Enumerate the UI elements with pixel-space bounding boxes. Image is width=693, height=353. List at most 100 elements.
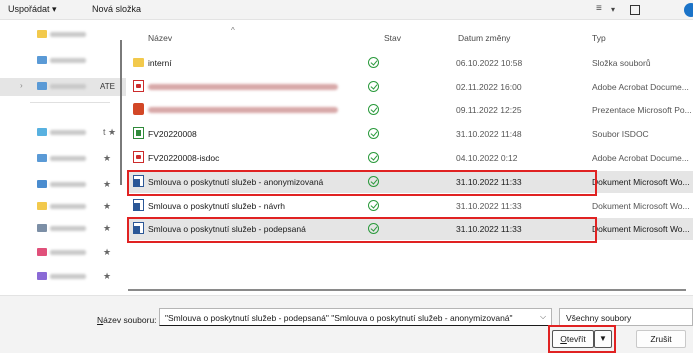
star-icon [37, 30, 47, 38]
nav-item-desktop[interactable]: ★ [0, 150, 126, 168]
download-icon [37, 180, 47, 188]
filename-input[interactable]: "Smlouva o poskytnutí služeb - podepsaná… [159, 308, 552, 326]
pin-icon: ★ [103, 201, 112, 211]
sync-ok-icon [368, 200, 379, 211]
cloud-icon [37, 56, 47, 64]
pin-icon: ★ [103, 247, 112, 257]
nav-item-this-pc[interactable]: › ATE [0, 78, 126, 96]
computer-icon [37, 82, 47, 90]
nav-scrollbar[interactable] [120, 40, 122, 185]
file-name: FV20220008 [148, 129, 197, 139]
nav-item-label-redacted [50, 182, 86, 187]
nav-item-video[interactable]: ★ [0, 268, 126, 286]
pin-icon: ★ [103, 179, 112, 189]
folder-icon [37, 128, 47, 136]
pin-icon: ★ [103, 223, 112, 233]
chevron-down-icon[interactable]: ▾ [611, 5, 615, 14]
sync-ok-icon [368, 57, 379, 68]
music-icon [37, 248, 47, 256]
file-name-redacted [148, 84, 338, 90]
word-icon [133, 199, 144, 211]
pdf-icon [133, 80, 144, 92]
annotation-highlight-box [127, 170, 597, 196]
column-header-date[interactable]: Datum změny [458, 33, 510, 43]
filename-label-text: ázev souboru: [103, 315, 157, 325]
sync-ok-icon [368, 104, 379, 115]
pdf-icon [133, 151, 144, 163]
sync-ok-icon [368, 152, 379, 163]
nav-item-music[interactable]: ★ [0, 244, 126, 262]
filetype-select[interactable]: Všechny soubory [559, 308, 693, 326]
file-row[interactable]: 09.11.2022 12:25 Prezentace Microsoft Po… [128, 99, 693, 121]
nav-divider [30, 102, 110, 103]
folder-icon [133, 58, 144, 67]
new-folder-button[interactable]: Nová složka [92, 4, 141, 14]
powerpoint-icon [133, 103, 144, 115]
nav-item-label-redacted [50, 32, 86, 37]
annotation-highlight-box [127, 217, 597, 243]
nav-item-label-redacted [50, 130, 86, 135]
sync-ok-icon [368, 81, 379, 92]
nav-item-label-redacted [50, 156, 86, 161]
nav-item-label-redacted [50, 250, 86, 255]
nav-item-cloud[interactable] [0, 52, 126, 70]
nav-item-documents[interactable]: ★ [0, 220, 126, 238]
command-bar: Uspořádat ▾ Nová složka ≡ ▾ [0, 0, 693, 20]
pin-icon: t ★ [103, 127, 117, 137]
column-header-name[interactable]: Název [148, 33, 172, 43]
file-type: Prezentace Microsoft Po... [592, 105, 692, 115]
file-type: Složka souborů [592, 58, 651, 68]
nav-item-label-redacted [50, 274, 86, 279]
sync-ok-icon [368, 128, 379, 139]
desktop-icon [37, 154, 47, 162]
file-row[interactable]: FV20220008 31.10.2022 11:48 Soubor ISDOC [128, 123, 693, 145]
file-row[interactable]: FV20220008-isdoc 04.10.2022 0:12 Adobe A… [128, 147, 693, 169]
file-type: Dokument Microsoft Wo... [592, 224, 690, 234]
nav-item-quick-access[interactable] [0, 26, 126, 44]
file-date: 04.10.2022 0:12 [456, 153, 518, 163]
file-date: 31.10.2022 11:33 [456, 201, 522, 211]
chevron-right-icon[interactable]: › [20, 81, 23, 90]
file-type: Soubor ISDOC [592, 129, 649, 139]
file-date: 31.10.2022 11:48 [456, 129, 522, 139]
nav-item-label: ATE [100, 82, 115, 91]
file-row[interactable]: interní 06.10.2022 10:58 Složka souborů [128, 52, 693, 74]
file-type: Adobe Acrobat Docume... [592, 153, 689, 163]
pin-icon: ★ [103, 153, 112, 163]
file-name: interní [148, 58, 172, 68]
file-date: 02.11.2022 16:00 [456, 82, 522, 92]
organize-button[interactable]: Uspořádat ▾ [8, 4, 57, 15]
file-type: Dokument Microsoft Wo... [592, 201, 690, 211]
nav-item-folder[interactable]: t ★ [0, 124, 126, 142]
nav-item-folder[interactable]: ★ [0, 198, 126, 216]
file-date: 09.11.2022 12:25 [456, 105, 522, 115]
list-view-icon[interactable]: ≡ [596, 3, 602, 14]
sort-ascending-icon: ^ [231, 26, 235, 35]
file-row[interactable]: Smlouva o poskytnutí služeb - návrh 31.1… [128, 195, 693, 217]
chevron-down-icon[interactable]: ⌵ [540, 312, 546, 322]
preview-pane-icon[interactable] [630, 5, 640, 15]
video-icon [37, 272, 47, 280]
pin-icon: ★ [103, 271, 112, 281]
folder-icon [37, 202, 47, 210]
filename-label: Název souboru: [97, 315, 157, 325]
file-row[interactable]: 02.11.2022 16:00 Adobe Acrobat Docume... [128, 76, 693, 98]
isdoc-icon [133, 127, 144, 139]
file-name-redacted [148, 107, 338, 113]
nav-item-label-redacted [50, 226, 86, 231]
file-name: FV20220008-isdoc [148, 153, 220, 163]
column-header-type[interactable]: Typ [592, 33, 606, 43]
file-type: Dokument Microsoft Wo... [592, 177, 690, 187]
file-date: 06.10.2022 10:58 [456, 58, 523, 68]
help-icon[interactable] [684, 3, 693, 17]
annotation-highlight-box [548, 325, 616, 353]
horizontal-scrollbar[interactable] [128, 289, 686, 291]
nav-item-downloads[interactable]: ★ [0, 176, 126, 194]
cancel-button[interactable]: Zrušit [636, 330, 686, 348]
filename-value[interactable]: "Smlouva o poskytnutí služeb - podepsaná… [165, 313, 513, 323]
nav-item-label-redacted [50, 58, 86, 63]
navigation-pane: › ATE t ★ ★ ★ ★ ★ ★ ★ [0, 20, 126, 295]
filetype-value[interactable]: Všechny soubory [566, 313, 631, 323]
file-name: Smlouva o poskytnutí služeb - návrh [148, 201, 286, 211]
column-header-status[interactable]: Stav [384, 33, 401, 43]
